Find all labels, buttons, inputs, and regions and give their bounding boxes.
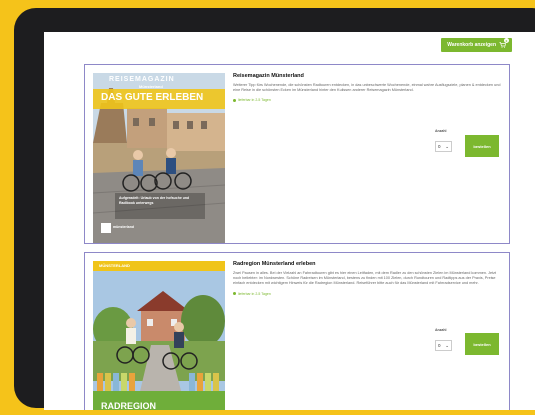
- quantity-value: 0: [438, 343, 441, 348]
- view-cart-label: Warenkorb anzeigen: [447, 42, 496, 48]
- view-cart-button[interactable]: Warenkorb anzeigen 0: [441, 38, 512, 52]
- product-title: Reisemagazin Münsterland: [233, 73, 304, 79]
- tablet-frame: Warenkorb anzeigen 0 REISEMAGAZIN Münste…: [14, 8, 535, 410]
- cover-topbar: MÜNSTERLAND: [99, 263, 130, 268]
- chevron-down-icon: ⌄: [445, 143, 449, 149]
- cart-icon: 0: [499, 38, 509, 48]
- availability-dot-icon: [233, 292, 236, 296]
- order-button[interactable]: bestellen: [465, 135, 499, 157]
- product-description: Weiterer Tipp fürs Wochenende, die schön…: [233, 83, 501, 93]
- product-cover-image[interactable]: REISEMAGAZIN Münsterland DAS GUTE ERLEBE…: [93, 73, 225, 243]
- availability-text: lieferbar in 2-5 Tagen: [238, 98, 271, 103]
- product-cover-image[interactable]: MÜNSTERLAND RADREGION: [93, 261, 225, 410]
- quantity-select[interactable]: 0 ⌄: [435, 141, 452, 152]
- product-title: Radregion Münsterland erleben: [233, 261, 316, 267]
- product-info: Radregion Münsterland erleben Zwei Pause…: [233, 261, 503, 296]
- cover-caption: Aufgeradelt: Urlaub von der hofsuche und…: [119, 196, 190, 205]
- availability-status: lieferbar in 2-5 Tagen: [233, 98, 503, 102]
- product-description: Zwei Pausen in alles. Bei der Vielzahl a…: [233, 271, 497, 286]
- quantity-label: Anzahl: [435, 328, 447, 332]
- cover-headline: RADREGION: [101, 401, 157, 410]
- cover-publisher: münsterland: [113, 225, 135, 229]
- chevron-down-icon: ⌄: [445, 342, 449, 348]
- product-card-radregion: MÜNSTERLAND RADREGION Radregion Münsterl…: [84, 252, 510, 410]
- cover-headline: DAS GUTE ERLEBEN: [101, 92, 204, 103]
- availability-text: lieferbar in 2-5 Tagen: [238, 291, 271, 296]
- product-info: Reisemagazin Münsterland Weiterer Tipp f…: [233, 73, 503, 102]
- availability-status: lieferbar in 2-5 Tagen: [233, 292, 503, 296]
- product-card-reisemagazin: REISEMAGAZIN Münsterland DAS GUTE ERLEBE…: [84, 64, 510, 244]
- cover-kicker: REISEMAGAZIN: [109, 76, 175, 83]
- order-button[interactable]: bestellen: [465, 333, 499, 355]
- quantity-label: Anzahl: [435, 129, 447, 133]
- quantity-value: 0: [438, 144, 441, 149]
- cart-count-badge: 0: [504, 38, 509, 43]
- cover-illustration: [93, 261, 225, 410]
- cover-subkicker: Münsterland: [139, 84, 163, 89]
- quantity-select[interactable]: 0 ⌄: [435, 340, 452, 351]
- availability-dot-icon: [233, 98, 236, 102]
- screen: Warenkorb anzeigen 0 REISEMAGAZIN Münste…: [44, 32, 535, 410]
